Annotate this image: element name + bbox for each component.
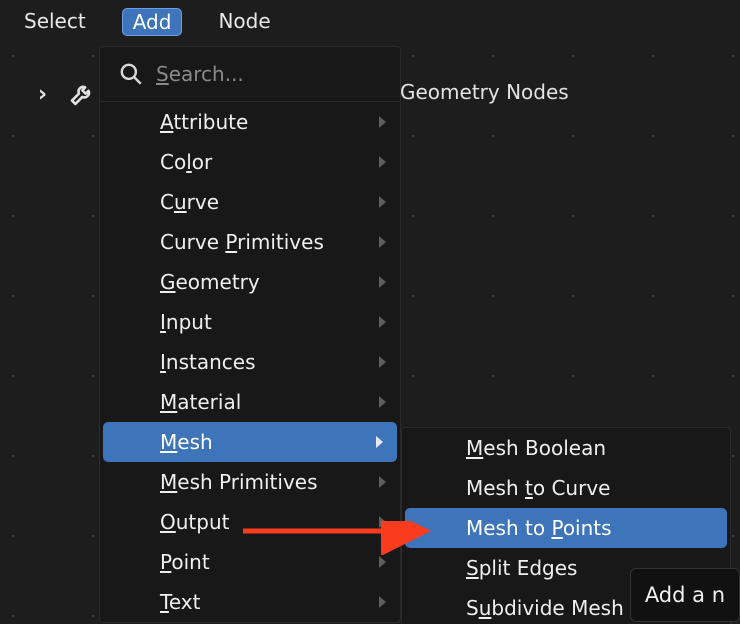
chevron-right-icon xyxy=(378,355,388,369)
chevron-right-icon xyxy=(378,555,388,569)
top-menubar: Select Add Node xyxy=(0,0,740,46)
menu-add[interactable]: Add xyxy=(122,8,183,36)
category-label: Curve Primitives xyxy=(160,230,324,254)
submenu-mesh-to-curve[interactable]: Mesh to Curve xyxy=(402,468,730,508)
category-label: Mesh Primitives xyxy=(160,470,318,494)
submenu-label: Mesh to Points xyxy=(466,516,612,540)
category-label: Geometry xyxy=(160,270,260,294)
category-curve[interactable]: Curve xyxy=(100,182,400,222)
category-mesh[interactable]: Mesh xyxy=(103,422,397,462)
submenu-mesh-to-points[interactable]: Mesh to Points xyxy=(405,508,727,548)
category-geometry[interactable]: Geometry xyxy=(100,262,400,302)
category-label: Mesh xyxy=(160,430,213,454)
category-label: Input xyxy=(160,310,212,334)
chevron-right-icon xyxy=(378,395,388,409)
chevron-right-icon xyxy=(378,275,388,289)
category-label: Curve xyxy=(160,190,219,214)
chevron-right-icon xyxy=(378,595,388,609)
submenu-label: Mesh to Curve xyxy=(466,476,610,500)
chevron-right-icon xyxy=(378,475,388,489)
menu-node[interactable]: Node xyxy=(208,8,280,36)
submenu-mesh-boolean[interactable]: Mesh Boolean xyxy=(402,428,730,468)
chevron-right-icon xyxy=(378,235,388,249)
category-label: Output xyxy=(160,510,229,534)
category-mesh-primitives[interactable]: Mesh Primitives xyxy=(100,462,400,502)
category-instances[interactable]: Instances xyxy=(100,342,400,382)
chevron-right-icon xyxy=(375,435,385,449)
category-input[interactable]: Input xyxy=(100,302,400,342)
submenu-label: Subdivide Mesh xyxy=(466,596,624,620)
category-label: Text xyxy=(160,590,200,614)
menu-select[interactable]: Select xyxy=(14,8,96,36)
category-text[interactable]: Text xyxy=(100,582,400,622)
chevron-right-icon xyxy=(378,155,388,169)
category-label: Color xyxy=(160,150,212,174)
category-curve-primitives[interactable]: Curve Primitives xyxy=(100,222,400,262)
category-color[interactable]: Color xyxy=(100,142,400,182)
category-attribute[interactable]: Attribute xyxy=(100,102,400,142)
category-label: Material xyxy=(160,390,241,414)
search-icon xyxy=(118,61,144,87)
search-placeholder-text: S xyxy=(156,62,169,86)
category-label: Instances xyxy=(160,350,256,374)
add-menu-panel: Search... Attribute Color Curve Curve Primi… xyxy=(99,46,401,623)
category-output[interactable]: Output xyxy=(100,502,400,542)
chevron-right-icon xyxy=(378,115,388,129)
category-point[interactable]: Point xyxy=(100,542,400,582)
category-material[interactable]: Material xyxy=(100,382,400,422)
chevron-right-icon xyxy=(378,195,388,209)
category-label: Attribute xyxy=(160,110,248,134)
chevron-right-icon xyxy=(378,515,388,529)
category-label: Point xyxy=(160,550,210,574)
search-row[interactable]: Search... xyxy=(100,47,400,102)
breadcrumb-label[interactable]: Geometry Nodes xyxy=(400,80,569,104)
submenu-label: Mesh Boolean xyxy=(466,436,606,460)
tooltip: Add a n xyxy=(630,568,740,622)
chevron-right-icon xyxy=(378,315,388,329)
search-input[interactable]: Search... xyxy=(156,62,244,86)
submenu-label: Split Edges xyxy=(466,556,577,580)
